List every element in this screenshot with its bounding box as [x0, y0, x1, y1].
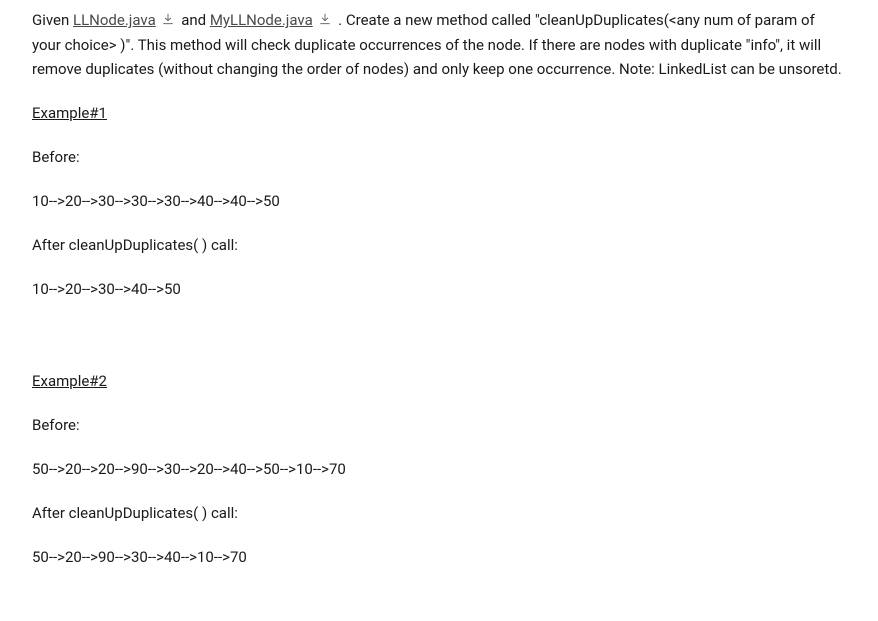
example-1-heading: Example#1: [32, 101, 846, 125]
example-2-before-chain: 50-->20-->20-->90-->30-->20-->40-->50-->…: [32, 457, 846, 481]
example-2-after-chain: 50-->20-->90-->30-->40-->10-->70: [32, 545, 846, 569]
llnode-link-label: LLNode.java: [73, 11, 156, 29]
intro-prefix: Given: [32, 11, 73, 29]
myllnode-link-label: MyLLNode.java: [210, 11, 313, 29]
problem-description: Given LLNode.java and MyLLNode.java . Cr…: [32, 8, 846, 81]
intro-mid2: .: [334, 11, 345, 29]
example-2-after-label: After cleanUpDuplicates( ) call:: [32, 501, 846, 525]
llnode-link[interactable]: LLNode.java: [73, 11, 156, 29]
download-icon[interactable]: [161, 9, 175, 33]
example-1-after-chain: 10-->20-->30-->40-->50: [32, 277, 846, 301]
download-icon[interactable]: [318, 9, 332, 33]
example-2-heading: Example#2: [32, 369, 846, 393]
example-1-before-chain: 10-->20-->30-->30-->30-->40-->40-->50: [32, 189, 846, 213]
intro-mid1: and: [177, 11, 209, 29]
example-2-before-label: Before:: [32, 413, 846, 437]
spacer: [32, 321, 846, 353]
myllnode-link[interactable]: MyLLNode.java: [210, 11, 313, 29]
example-1-before-label: Before:: [32, 145, 846, 169]
example-1-after-label: After cleanUpDuplicates( ) call:: [32, 233, 846, 257]
